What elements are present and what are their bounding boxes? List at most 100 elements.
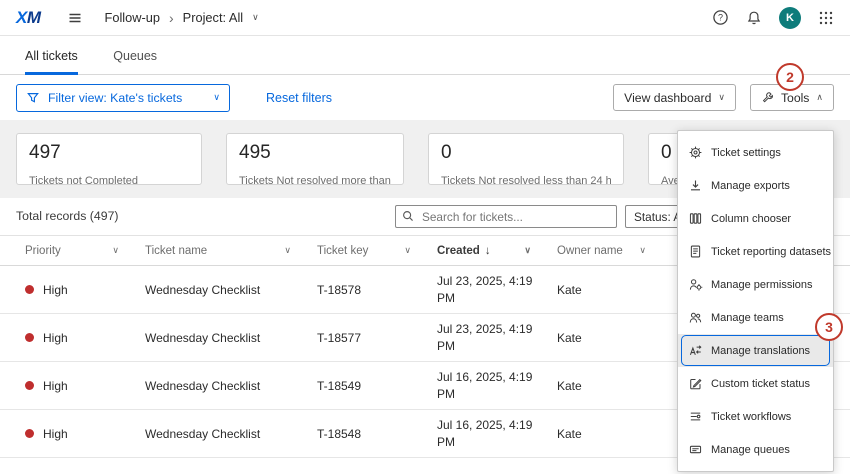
created-cell: Jul 16, 2025, 4:19 PM — [437, 369, 557, 401]
column-header-owner-name[interactable]: Owner name ∨ — [557, 245, 672, 257]
priority-value: High — [43, 379, 68, 393]
ticket-key-cell: T-18548 — [317, 427, 437, 441]
breadcrumb-separator: › — [169, 10, 174, 26]
priority-high-dot — [25, 429, 34, 438]
help-glyph: ? — [718, 13, 723, 23]
chevron-down-icon: ∨ — [524, 246, 531, 255]
created-cell: Jul 23, 2025, 4:19 PM — [437, 321, 557, 353]
filter-view-dropdown[interactable]: Filter view: Kate's tickets ∨ — [16, 84, 230, 112]
chevron-down-icon: ∨ — [112, 246, 119, 255]
menu-item-manage-teams[interactable]: Manage teams — [678, 301, 833, 334]
stat-label: Tickets Not resolved less than 24 hours — [441, 175, 611, 185]
stat-value: 495 — [239, 142, 391, 164]
menu-item-ticket-workflows[interactable]: Ticket workflows — [678, 400, 833, 433]
column-header-ticket-key[interactable]: Ticket key ∨ — [317, 245, 437, 257]
owner-cell: Kate — [557, 331, 672, 345]
filter-bar: Filter view: Kate's tickets ∨ Reset filt… — [0, 75, 850, 120]
created-cell: Jul 23, 2025, 4:19 PM — [437, 273, 557, 305]
download-icon — [688, 178, 703, 193]
priority-value: High — [43, 427, 68, 441]
notifications-bell-icon[interactable] — [746, 10, 762, 26]
people-icon — [688, 310, 703, 325]
tab-bar: All tickets Queues — [0, 36, 850, 75]
menu-item-ticket-reporting-datasets[interactable]: Ticket reporting datasets — [678, 235, 833, 268]
app-window: XM Follow-up › Project: All ∨ ? K All ti… — [0, 0, 850, 474]
stat-value: 0 — [441, 142, 611, 164]
annotation-step-2: 2 — [776, 63, 804, 91]
chevron-down-icon[interactable]: ∨ — [252, 13, 259, 22]
tab-all-tickets[interactable]: All tickets — [25, 49, 78, 75]
reset-filters-link[interactable]: Reset filters — [266, 91, 332, 105]
ticket-key-cell: T-18549 — [317, 379, 437, 393]
search-box — [395, 205, 617, 228]
menu-item-ticket-settings[interactable]: Ticket settings — [678, 136, 833, 169]
column-header-created[interactable]: Created ↓ ∨ — [437, 245, 557, 257]
chevron-down-icon: ∨ — [213, 93, 220, 102]
owner-cell: Kate — [557, 427, 672, 441]
created-cell: Jul 16, 2025, 4:19 PM — [437, 417, 557, 449]
gear-icon — [688, 145, 703, 160]
translate-icon — [688, 343, 703, 358]
stat-value: 497 — [29, 142, 189, 164]
hamburger-menu-icon[interactable] — [67, 10, 83, 26]
menu-item-column-chooser[interactable]: Column chooser — [678, 202, 833, 235]
chevron-down-icon: ∨ — [639, 246, 646, 255]
queue-icon — [688, 442, 703, 457]
wrench-icon — [761, 91, 774, 104]
menu-item-manage-translations[interactable]: Manage translations — [678, 334, 833, 367]
priority-value: High — [43, 283, 68, 297]
person-gear-icon — [688, 277, 703, 292]
chevron-down-icon: ∨ — [404, 246, 411, 255]
ticket-name-cell: Wednesday Checklist — [145, 331, 317, 345]
help-icon[interactable]: ? — [712, 9, 729, 26]
tools-dropdown-menu: Ticket settings Manage exports Column ch… — [677, 130, 834, 472]
annotation-step-3: 3 — [815, 313, 843, 341]
view-dashboard-button[interactable]: View dashboard ∨ — [613, 84, 736, 111]
menu-item-manage-permissions[interactable]: Manage permissions — [678, 268, 833, 301]
tab-queues[interactable]: Queues — [113, 49, 157, 72]
top-bar: XM Follow-up › Project: All ∨ ? K — [0, 0, 850, 36]
menu-item-custom-ticket-status[interactable]: Custom ticket status — [678, 367, 833, 400]
edit-icon — [688, 376, 703, 391]
stat-label: Tickets Not resolved more than 24 ho... — [239, 175, 391, 185]
breadcrumb: Follow-up › Project: All ∨ — [105, 10, 259, 26]
columns-icon — [688, 211, 703, 226]
stat-card-not-completed: 497 Tickets not Completed — [16, 133, 202, 185]
topbar-actions: ? K — [712, 7, 834, 29]
priority-high-dot — [25, 285, 34, 294]
search-icon — [401, 209, 415, 223]
sort-desc-icon: ↓ — [485, 245, 491, 257]
breadcrumb-app[interactable]: Follow-up — [105, 10, 160, 25]
total-records-label: Total records (497) — [16, 209, 119, 223]
ticket-name-cell: Wednesday Checklist — [145, 379, 317, 393]
workflow-icon — [688, 409, 703, 424]
filter-bar-actions: View dashboard ∨ Tools ∧ — [613, 84, 834, 111]
owner-cell: Kate — [557, 379, 672, 393]
stat-label: Tickets not Completed — [29, 175, 189, 185]
filter-view-label: Filter view: Kate's tickets — [48, 91, 182, 105]
chevron-down-icon: ∨ — [718, 93, 725, 102]
owner-cell: Kate — [557, 283, 672, 297]
document-icon — [688, 244, 703, 259]
ticket-name-cell: Wednesday Checklist — [145, 427, 317, 441]
ticket-key-cell: T-18577 — [317, 331, 437, 345]
column-header-ticket-name[interactable]: Ticket name ∨ — [145, 245, 317, 257]
stat-card-not-resolved-over-24h: 495 Tickets Not resolved more than 24 ho… — [226, 133, 404, 185]
xm-logo[interactable]: XM — [16, 8, 41, 28]
priority-value: High — [43, 331, 68, 345]
filter-icon — [26, 91, 40, 105]
breadcrumb-project-selector[interactable]: Project: All — [183, 10, 243, 25]
ticket-name-cell: Wednesday Checklist — [145, 283, 317, 297]
column-header-priority[interactable]: Priority ∨ — [25, 245, 145, 257]
apps-grid-icon[interactable] — [818, 10, 834, 26]
chevron-down-icon: ∨ — [284, 246, 291, 255]
chevron-up-icon: ∧ — [816, 93, 823, 102]
menu-item-manage-exports[interactable]: Manage exports — [678, 169, 833, 202]
ticket-key-cell: T-18578 — [317, 283, 437, 297]
priority-high-dot — [25, 333, 34, 342]
stat-card-not-resolved-under-24h: 0 Tickets Not resolved less than 24 hour… — [428, 133, 624, 185]
priority-high-dot — [25, 381, 34, 390]
user-avatar[interactable]: K — [779, 7, 801, 29]
search-input[interactable] — [395, 205, 617, 228]
menu-item-manage-queues[interactable]: Manage queues — [678, 433, 833, 466]
